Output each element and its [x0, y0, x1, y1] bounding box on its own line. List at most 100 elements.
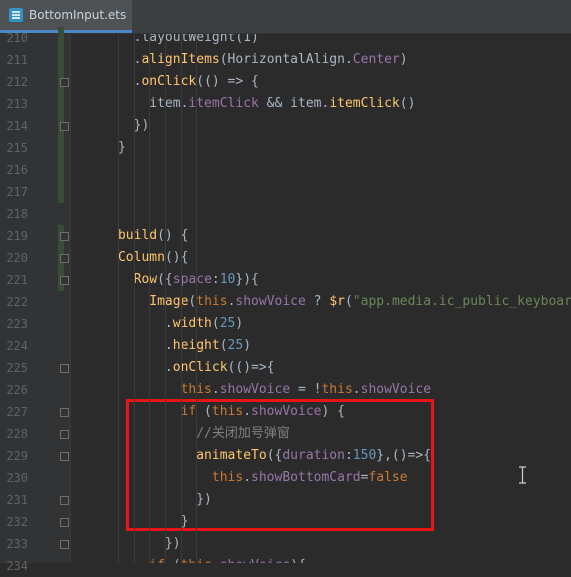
- code-line[interactable]: if (this.showVoice){: [71, 555, 571, 563]
- line-number: 211: [6, 53, 28, 67]
- code-token: this: [321, 382, 353, 397]
- line-number-gutter[interactable]: 210 211 212 213 214 215 216 217 218 219 220 221 222 2…: [0, 27, 71, 573]
- code-line[interactable]: build() {: [71, 225, 571, 247]
- code-token: showVoice: [235, 294, 306, 309]
- fold-marker-icon[interactable]: [60, 122, 69, 131]
- code-token: && item.: [258, 96, 330, 111]
- code-line[interactable]: this.showVoice = !this.showVoice: [71, 379, 571, 401]
- indent-guide: [118, 34, 120, 563]
- code-line[interactable]: }): [71, 533, 571, 555]
- code-token: (: [344, 294, 353, 309]
- line-number: 226: [6, 383, 28, 397]
- code-line[interactable]: }): [71, 115, 571, 137]
- line-number: 222: [6, 295, 28, 309]
- code-token: .: [212, 558, 220, 563]
- code-line[interactable]: .height(25): [71, 335, 571, 357]
- code-token: ): [235, 316, 244, 331]
- fold-marker-icon[interactable]: [60, 540, 69, 549]
- code-token: (: [211, 316, 220, 331]
- line-number: 225: [6, 361, 28, 375]
- code-line[interactable]: [71, 203, 571, 225]
- code-token: .: [211, 382, 220, 397]
- fold-marker-icon[interactable]: [60, 408, 69, 417]
- code-line[interactable]: item.itemClick && item.itemClick(): [71, 93, 571, 115]
- code-token: this: [196, 294, 228, 309]
- code-token: ): [243, 338, 252, 353]
- fold-marker-icon[interactable]: [60, 518, 69, 527]
- code-token: Row: [133, 272, 158, 287]
- line-number: 232: [6, 515, 28, 529]
- code-line[interactable]: Image(this.showVoice ? $r("app.media.ic_…: [71, 291, 571, 313]
- code-token: .: [71, 360, 173, 375]
- line-number: 228: [6, 427, 28, 441]
- line-number: 218: [6, 207, 28, 221]
- code-token: (HorizontalAlign.: [219, 52, 353, 67]
- code-token: }): [71, 118, 150, 133]
- code-line[interactable]: }: [71, 137, 571, 159]
- code-line[interactable]: [71, 181, 571, 203]
- code-token: 25: [219, 316, 236, 331]
- fold-marker-icon[interactable]: [60, 254, 69, 263]
- fold-marker-icon[interactable]: [60, 496, 69, 505]
- line-number: 230: [6, 471, 28, 485]
- line-number: 229: [6, 449, 28, 463]
- code-line[interactable]: .alignItems(HorizontalAlign.Center): [71, 49, 571, 71]
- line-number: 219: [6, 229, 28, 243]
- indent-guide: [149, 34, 151, 563]
- fold-marker-icon[interactable]: [60, 430, 69, 439]
- code-line[interactable]: .onClick(() => {: [71, 71, 571, 93]
- ets-file-icon: [9, 8, 23, 22]
- code-token: :: [211, 272, 220, 287]
- code-token: 25: [227, 338, 244, 353]
- line-number: 213: [6, 97, 28, 111]
- code-token: .: [71, 338, 173, 353]
- line-number: 221: [6, 273, 28, 287]
- line-number: 210: [6, 31, 28, 45]
- tab-label: BottomInput.ets: [29, 8, 127, 22]
- breadcrumb: [132, 0, 571, 5]
- code-token: .: [352, 382, 361, 397]
- code-token: $r: [329, 294, 345, 309]
- code-token: (){: [164, 250, 189, 265]
- fold-marker-icon[interactable]: [60, 364, 69, 373]
- line-number: 233: [6, 537, 28, 551]
- code-token: build: [117, 228, 158, 243]
- fold-marker-icon[interactable]: [60, 276, 69, 285]
- editor-tab-bar: BottomInput.ets: [0, 0, 571, 34]
- code-line[interactable]: .layoutWeight(1): [71, 34, 571, 49]
- code-token: .: [71, 316, 173, 331]
- indent-guide: [133, 34, 135, 563]
- code-token: (): [399, 96, 416, 111]
- code-line[interactable]: [71, 159, 571, 181]
- fold-marker-icon[interactable]: [60, 232, 69, 241]
- code-token: () {: [157, 228, 189, 243]
- code-line[interactable]: Column(){: [71, 247, 571, 269]
- line-number: 220: [6, 251, 28, 265]
- code-token: = !: [290, 382, 322, 397]
- line-number: 234: [6, 559, 28, 573]
- code-token: 10: [219, 272, 236, 287]
- indent-guide: [180, 34, 182, 563]
- line-number: 231: [6, 493, 28, 507]
- code-token: showVoice: [219, 382, 291, 397]
- line-number: 217: [6, 185, 28, 199]
- code-line[interactable]: .onClick(()=>{: [71, 357, 571, 379]
- code-token: ): [399, 52, 408, 67]
- code-token: itemClick: [188, 96, 259, 111]
- code-token: showVoice: [360, 382, 432, 397]
- fold-marker-icon[interactable]: [60, 452, 69, 461]
- code-token: (: [219, 338, 228, 353]
- code-line[interactable]: .width(25): [71, 313, 571, 335]
- code-line[interactable]: Row({space:10}){: [71, 269, 571, 291]
- indent-guide: [196, 34, 198, 563]
- line-number: 227: [6, 405, 28, 419]
- indent-guide: [165, 34, 166, 563]
- fold-marker-icon[interactable]: [60, 78, 69, 87]
- code-token: (()=>{: [227, 360, 275, 375]
- line-number: 224: [6, 339, 28, 353]
